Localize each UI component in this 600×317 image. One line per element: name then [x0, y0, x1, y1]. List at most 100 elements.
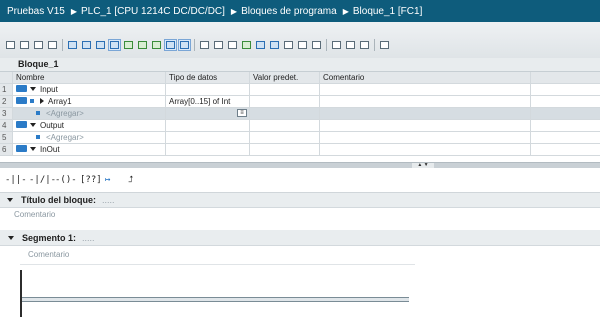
collapse-icon[interactable] — [30, 86, 36, 91]
row-number: 6 — [0, 144, 13, 155]
add-placeholder[interactable]: <Agregar> — [46, 109, 84, 118]
column-header-default[interactable]: Valor predet. — [250, 72, 320, 83]
breadcrumb-project[interactable]: Pruebas V15 — [0, 6, 65, 17]
type-cell[interactable]: Array[0..15] of Int — [166, 96, 250, 107]
lad-toolbar: -||- -|/|- -()- [??] ↦ ⮥ — [0, 168, 600, 193]
comment-cell[interactable] — [320, 108, 531, 119]
uncomment-icon[interactable] — [297, 40, 308, 50]
default-cell[interactable] — [250, 108, 320, 119]
table-header: Nombre Tipo de datos Valor predet. Comen… — [0, 72, 600, 84]
name-cell[interactable]: Output — [13, 120, 166, 131]
expand-icon[interactable] — [40, 97, 44, 104]
network-wire[interactable] — [22, 297, 409, 302]
segment-title-value[interactable]: ..... — [82, 233, 95, 243]
name-cell[interactable]: InOut — [13, 144, 166, 155]
default-cell[interactable] — [250, 96, 320, 107]
block-comment[interactable]: Comentario — [14, 208, 600, 221]
block-title-header[interactable]: Título del bloque:..... — [0, 193, 600, 208]
type-cell[interactable] — [166, 84, 250, 95]
ladder-network[interactable] — [0, 262, 600, 317]
collapse-icon[interactable] — [30, 122, 36, 127]
previous-error-icon[interactable] — [241, 40, 252, 50]
breadcrumb-separator-icon: ▶ — [342, 6, 349, 16]
monitor-icon[interactable] — [123, 40, 134, 50]
default-cell[interactable] — [250, 84, 320, 95]
favorites-icon[interactable] — [199, 40, 210, 50]
close-all-icon[interactable] — [95, 40, 106, 50]
monitoring-off-icon[interactable] — [331, 40, 342, 50]
collapse-icon[interactable] — [8, 235, 14, 240]
delete-row-icon[interactable] — [33, 40, 44, 50]
add-placeholder[interactable]: <Agregar> — [46, 133, 84, 142]
type-picker-icon[interactable]: ≡ — [237, 109, 247, 117]
editor-toolbar-icons — [5, 38, 393, 52]
table-row[interactable]: 5 <Agregar> — [0, 132, 600, 144]
name-cell[interactable]: Array1 — [13, 96, 166, 107]
segment-label: Segmento 1: — [22, 233, 77, 243]
name-cell[interactable]: <Agregar> — [13, 108, 166, 119]
row-number: 1 — [0, 84, 13, 95]
block-name-header: Bloque_1 — [0, 58, 600, 72]
download-icon[interactable] — [345, 40, 356, 50]
add-row-icon[interactable] — [19, 40, 30, 50]
table-row[interactable]: 1 Input — [0, 84, 600, 96]
column-header-type[interactable]: Tipo de datos — [166, 72, 250, 83]
goto-icon[interactable] — [213, 40, 224, 50]
compare-icon[interactable] — [137, 40, 148, 50]
monitoring-on-icon[interactable] — [311, 40, 322, 50]
toolbar-divider — [194, 39, 195, 51]
comment-cell[interactable] — [320, 96, 531, 107]
comment-cell[interactable] — [320, 144, 531, 155]
row-number: 2 — [0, 96, 13, 107]
name-cell[interactable]: Input — [13, 84, 166, 95]
open-all-icon[interactable] — [81, 40, 92, 50]
collapse-icon[interactable] — [7, 197, 13, 202]
comment-cell[interactable] — [320, 132, 531, 143]
no-contact-icon[interactable]: -||- — [5, 174, 27, 186]
toggle-icon[interactable] — [47, 40, 58, 50]
table-row[interactable]: 4 Output — [0, 120, 600, 132]
default-cell[interactable] — [250, 144, 320, 155]
comment-icon[interactable] — [283, 40, 294, 50]
breadcrumb-block[interactable]: Bloque_1 [FC1] — [351, 6, 423, 17]
indent-icon[interactable] — [255, 40, 266, 50]
interface-icon — [16, 121, 27, 129]
table-row[interactable]: 3 <Agregar> ≡ — [0, 108, 600, 120]
table-row[interactable]: 2 Array1 Array[0..15] of Int — [0, 96, 600, 108]
power-rail — [20, 270, 22, 317]
comment-cell[interactable] — [320, 84, 531, 95]
type-cell[interactable] — [166, 132, 250, 143]
outdent-icon[interactable] — [269, 40, 280, 50]
block-title-value[interactable]: ..... — [102, 195, 115, 205]
default-cell[interactable] — [250, 120, 320, 131]
open-branch-icon[interactable]: ↦ — [105, 174, 110, 186]
settings-icon[interactable] — [359, 40, 370, 50]
coil-icon[interactable]: -()- — [55, 174, 77, 186]
column-header-name[interactable]: Nombre — [13, 72, 166, 83]
next-error-icon[interactable] — [227, 40, 238, 50]
extra-icon[interactable] — [379, 40, 390, 50]
view-icon[interactable] — [108, 39, 121, 51]
default-cell[interactable] — [250, 132, 320, 143]
segment-comment[interactable]: Comentario — [28, 248, 600, 261]
close-branch-icon[interactable]: ⮥ — [128, 174, 133, 186]
extra-cell — [531, 144, 600, 155]
breadcrumb-folder[interactable]: Bloques de programa — [239, 6, 337, 17]
nc-contact-icon[interactable]: -|/|- — [29, 174, 56, 186]
insert-row-icon[interactable] — [5, 40, 16, 50]
comment-cell[interactable] — [320, 120, 531, 131]
column-header-comment[interactable]: Comentario — [320, 72, 531, 83]
symbol-icon[interactable] — [164, 39, 177, 51]
type-cell[interactable] — [166, 144, 250, 155]
segment-header[interactable]: Segmento 1:..... — [0, 230, 600, 246]
empty-box-icon[interactable]: [??] — [80, 174, 102, 186]
table-row[interactable]: 6 InOut — [0, 144, 600, 156]
collapse-icon[interactable] — [30, 146, 36, 151]
info-icon[interactable] — [178, 39, 191, 51]
row-number: 5 — [0, 132, 13, 143]
network-icon[interactable] — [67, 40, 78, 50]
name-cell[interactable]: <Agregar> — [13, 132, 166, 143]
type-cell[interactable] — [166, 120, 250, 131]
breadcrumb-device[interactable]: PLC_1 [CPU 1214C DC/DC/DC] — [79, 6, 225, 17]
absolute-icon[interactable] — [151, 40, 162, 50]
